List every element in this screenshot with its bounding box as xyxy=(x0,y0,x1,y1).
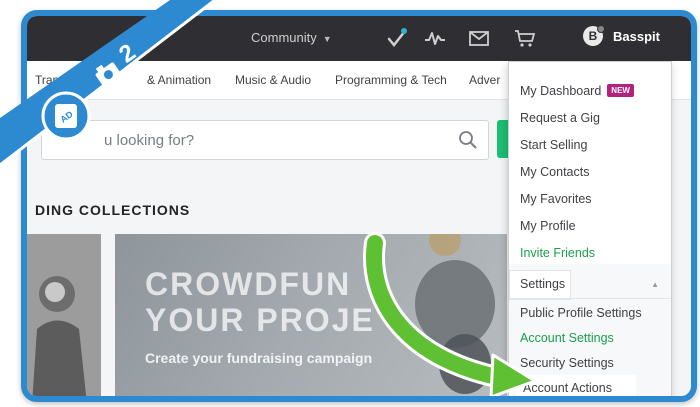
category-advertising[interactable]: Adver xyxy=(469,73,500,87)
pencil-check-icon[interactable] xyxy=(385,26,409,50)
menu-item-my-contacts[interactable]: My Contacts xyxy=(509,165,671,179)
search-input[interactable]: u looking for? xyxy=(104,132,194,149)
category-animation[interactable]: & Animation xyxy=(147,73,211,87)
category-music-audio[interactable]: Music & Audio xyxy=(235,73,311,87)
menu-item-my-dashboard[interactable]: My Dashboard NEW xyxy=(509,84,671,98)
user-menu[interactable]: B Basspit xyxy=(583,25,660,46)
screenshot-frame: Community▼ B Basspit Translation & Anim xyxy=(21,10,697,402)
section-title: DING COLLECTIONS xyxy=(35,202,191,218)
community-label: Community xyxy=(251,30,317,45)
status-dot xyxy=(597,25,605,33)
chevron-up-icon[interactable]: ▲ xyxy=(651,280,659,289)
curved-arrow-icon xyxy=(363,232,537,396)
activity-icon[interactable] xyxy=(423,26,447,50)
search-bar[interactable]: u looking for? xyxy=(41,120,489,160)
collection-image xyxy=(27,234,101,396)
search-icon[interactable] xyxy=(458,130,478,150)
avatar[interactable]: B xyxy=(583,25,605,46)
category-programming-tech[interactable]: Programming & Tech xyxy=(335,73,447,87)
avatar-letter: B xyxy=(588,29,598,43)
promo-subtitle: Create your fundraising campaign xyxy=(145,350,373,366)
category-translation[interactable]: Translation xyxy=(35,73,94,87)
cart-icon[interactable] xyxy=(513,26,537,50)
menu-item-label: My Dashboard xyxy=(520,84,602,98)
chevron-down-icon: ▼ xyxy=(322,34,332,44)
username[interactable]: Basspit xyxy=(613,29,660,44)
promo-headline-line2: YOUR PROJE xyxy=(145,302,375,338)
menu-item-my-favorites[interactable]: My Favorites xyxy=(509,192,671,206)
envelope-icon[interactable] xyxy=(467,26,491,50)
new-badge: NEW xyxy=(607,84,634,97)
collection-tile[interactable] xyxy=(27,234,101,396)
community-menu[interactable]: Community ▼ xyxy=(251,30,332,45)
menu-item-start-selling[interactable]: Start Selling xyxy=(509,138,671,152)
menu-item-request-gig[interactable]: Request a Gig xyxy=(509,111,671,125)
promo-headline-line1: CROWDFUN xyxy=(145,266,352,302)
